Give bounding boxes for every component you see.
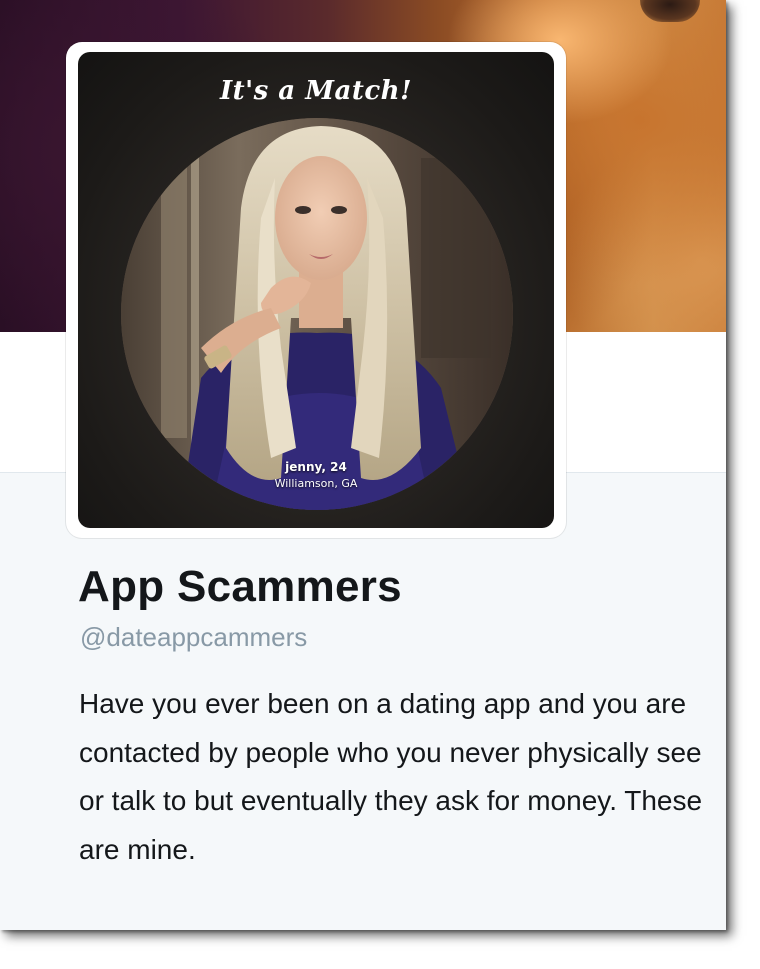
portrait-illustration bbox=[121, 118, 513, 510]
profile-avatar[interactable]: It's a Match! jenny, 24 Williamson, GA bbox=[66, 42, 566, 538]
match-screenshot: It's a Match! jenny, 24 Williamson, GA bbox=[78, 52, 554, 528]
match-title: It's a Match! bbox=[219, 76, 412, 106]
profile-handle[interactable]: @dateappcammers bbox=[80, 622, 307, 653]
profile-bio: Have you ever been on a dating app and y… bbox=[79, 688, 703, 865]
banner-photo-detail bbox=[640, 0, 700, 22]
match-location: Williamson, GA bbox=[274, 477, 358, 490]
profile-display-name[interactable]: App Scammers bbox=[78, 562, 402, 612]
match-name-age: jenny, 24 bbox=[285, 460, 347, 474]
profile-card: It's a Match! jenny, 24 Williamson, GA A… bbox=[0, 0, 726, 930]
match-photo bbox=[121, 118, 513, 510]
